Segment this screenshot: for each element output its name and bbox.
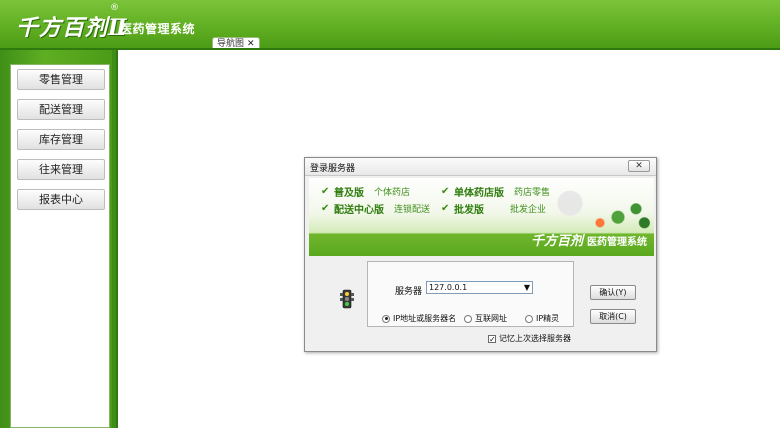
feature-sub-label: 连锁配送 xyxy=(394,205,431,215)
chevron-down-icon[interactable]: ▼ xyxy=(524,282,530,293)
banner-brand: 千方百剂 医药管理系统 xyxy=(531,230,647,249)
check-icon: ✔ xyxy=(441,203,450,214)
check-icon: ✔ xyxy=(321,203,330,214)
pills-image xyxy=(534,178,654,234)
cancel-button[interactable]: 取消(C) xyxy=(590,309,636,324)
feature-label: 批发版 xyxy=(454,205,484,216)
brand-logo: 千方百剂 xyxy=(531,234,584,249)
radio-selected-icon[interactable] xyxy=(382,314,390,323)
remember-label: 记忆上次选择服务器 xyxy=(499,334,571,343)
sidebar: 零售管理 配送管理 库存管理 往来管理 报表中心 xyxy=(0,50,112,428)
feature-distribution-center: ✔ 配送中心版 连锁配送 xyxy=(321,201,431,217)
server-label: 服务器 xyxy=(395,287,423,297)
confirm-button[interactable]: 确认(Y) xyxy=(590,285,636,300)
logo-text: 千方百剂 xyxy=(16,15,109,41)
login-server-dialog: 登录服务器 ✕ ✔ 普及版 个体药店 ✔ 单体药店版 药店零售 ✔ 配送中心版 … xyxy=(304,157,657,352)
feature-sub-label: 药店零售 xyxy=(514,188,551,198)
sidebar-item-distribution[interactable]: 配送管理 xyxy=(17,99,105,120)
radio-unselected-icon[interactable] xyxy=(464,314,472,323)
check-icon: ✔ xyxy=(321,186,330,197)
feature-sub-label: 个体药店 xyxy=(374,188,411,198)
brand-text: 医药管理系统 xyxy=(587,237,648,248)
dialog-close-button[interactable]: ✕ xyxy=(628,160,650,172)
feature-label: 配送中心版 xyxy=(334,205,384,216)
registered-mark: ® xyxy=(110,3,119,13)
feature-label: 单体药店版 xyxy=(454,188,504,199)
sidebar-panel: 零售管理 配送管理 库存管理 往来管理 报表中心 xyxy=(10,64,110,428)
feature-wholesale: ✔ 批发版 批发企业 xyxy=(441,201,547,217)
app-logo: 千方百剂Ⅱ xyxy=(16,10,128,42)
sidebar-item-inventory[interactable]: 库存管理 xyxy=(17,129,105,150)
radio-label: IP精灵 xyxy=(536,314,560,323)
traffic-light-icon xyxy=(340,289,354,309)
tab-label: 导航图 xyxy=(217,39,245,49)
feature-label: 普及版 xyxy=(334,188,364,199)
sidebar-item-retail[interactable]: 零售管理 xyxy=(17,69,105,90)
check-icon: ✔ xyxy=(441,186,450,197)
radio-ip-genie[interactable]: IP精灵 xyxy=(525,313,559,324)
dialog-titlebar[interactable]: 登录服务器 ✕ xyxy=(305,158,656,176)
edition-banner: ✔ 普及版 个体药店 ✔ 单体药店版 药店零售 ✔ 配送中心版 连锁配送 ✔ 批… xyxy=(309,178,654,256)
dialog-title: 登录服务器 xyxy=(310,164,356,174)
server-select[interactable]: 127.0.0.1 ▼ xyxy=(426,281,533,294)
feature-basic: ✔ 普及版 个体药店 xyxy=(321,184,411,200)
remember-server-checkbox[interactable]: ✓ 记忆上次选择服务器 xyxy=(488,333,571,344)
tab-close-icon[interactable]: ✕ xyxy=(247,38,255,50)
sidebar-item-reports[interactable]: 报表中心 xyxy=(17,189,105,210)
app-subtitle: 医药管理系统 xyxy=(120,22,196,36)
radio-unselected-icon[interactable] xyxy=(525,314,533,323)
feature-single-store: ✔ 单体药店版 药店零售 xyxy=(441,184,551,200)
sidebar-item-accounts[interactable]: 往来管理 xyxy=(17,159,105,180)
app-header: 千方百剂Ⅱ ® 医药管理系统 导航图 ✕ xyxy=(0,0,780,50)
radio-internet-address[interactable]: 互联网址 xyxy=(464,313,507,324)
feature-sub-label: 批发企业 xyxy=(510,205,547,215)
checkbox-checked-icon[interactable]: ✓ xyxy=(488,334,496,343)
server-group: 服务器 127.0.0.1 ▼ IP地址或服务器名 互联网址 IP精灵 xyxy=(367,261,574,327)
radio-label: IP地址或服务器名 xyxy=(393,314,457,323)
tab-navigation-map[interactable]: 导航图 ✕ xyxy=(212,37,260,50)
radio-label: 互联网址 xyxy=(475,314,507,323)
radio-ip-or-server-name[interactable]: IP地址或服务器名 xyxy=(382,313,456,324)
server-value: 127.0.0.1 xyxy=(429,283,468,292)
